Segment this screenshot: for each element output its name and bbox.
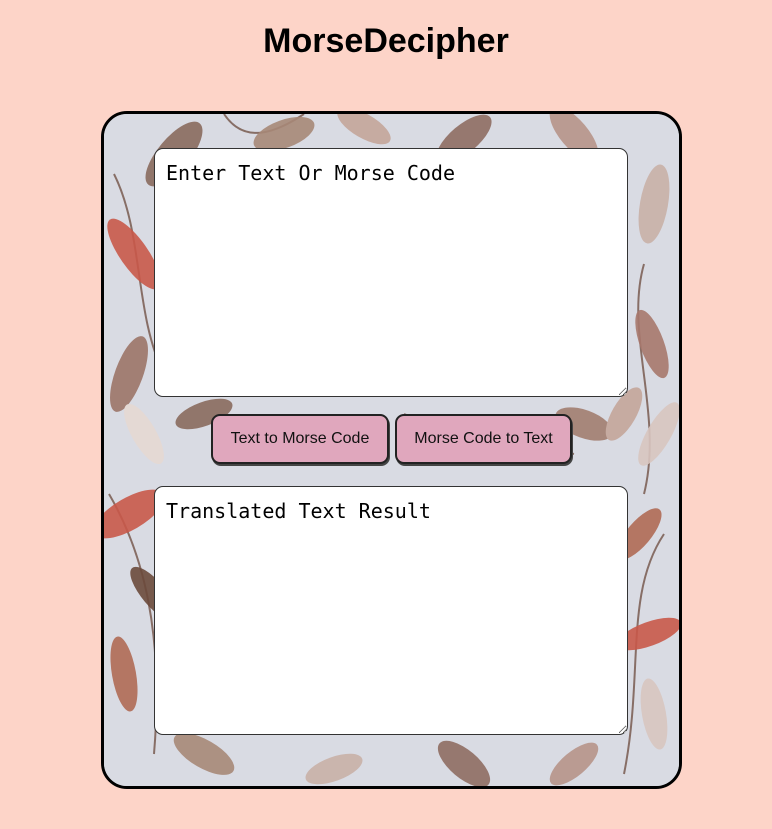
morse-to-text-button[interactable]: Morse Code to Text xyxy=(395,414,572,464)
page-title: MorseDecipher xyxy=(263,22,509,60)
translator-card: Text to Morse Code Morse Code to Text xyxy=(101,111,682,789)
page: MorseDecipher Enter Text Or Morse Code T… xyxy=(0,0,772,829)
text-input[interactable] xyxy=(154,148,628,397)
result-output[interactable] xyxy=(154,486,628,735)
text-to-morse-button[interactable]: Text to Morse Code xyxy=(211,414,389,464)
